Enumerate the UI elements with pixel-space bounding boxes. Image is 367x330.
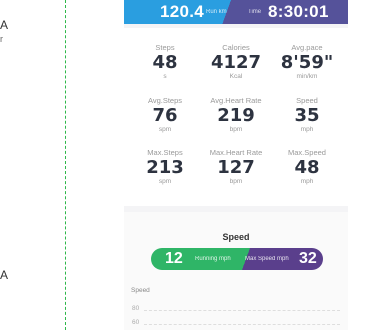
speed-gridline: [144, 324, 340, 325]
stat-value: 8'59": [280, 52, 334, 73]
stat-unit: min/km: [296, 73, 318, 80]
speed-gridline: [144, 310, 340, 311]
stat-label: Steps: [155, 43, 175, 52]
stat-unit: bpm: [229, 178, 243, 185]
left-edge-letter: A: [0, 18, 9, 32]
stat-avg-pace: Avg.pace 8'59" min/km: [272, 43, 342, 81]
stat-calories: Calories 4127 Kcal: [201, 43, 271, 81]
distance-value: 120.4: [160, 2, 205, 21]
stat-max-heart-rate: Max.Heart Rate 127 bpm: [201, 148, 271, 186]
stat-steps: Steps 48 s: [130, 43, 200, 81]
stat-max-speed: Max.Speed 48 mph: [272, 148, 342, 186]
stat-value: 219: [217, 105, 255, 126]
stat-value: 213: [146, 157, 184, 178]
stat-avg-steps: Avg.Steps 76 spm: [130, 96, 200, 134]
running-speed-value: 12: [165, 250, 183, 267]
stat-speed: Speed 35 mph: [272, 96, 342, 134]
speed-tick-label: 80: [132, 305, 140, 312]
speed-summary-pill: 12 Running mph Max Speed mph 32: [151, 248, 323, 270]
stat-unit: spm: [158, 178, 172, 185]
stat-value: 48: [152, 52, 178, 73]
stat-value: 4127: [210, 52, 262, 73]
max-speed-value: 32: [299, 250, 317, 267]
stat-avg-heart-rate: Avg.Heart Rate 219 bpm: [201, 96, 271, 134]
stat-label: Avg.Heart Rate: [210, 96, 262, 105]
stat-label: Avg.pace: [291, 43, 323, 52]
stat-max-steps: Max.Steps 213 spm: [130, 148, 200, 186]
stat-label: Avg.Steps: [147, 96, 183, 105]
stat-label: Max.Steps: [147, 148, 183, 157]
distance-unit: Run km: [206, 9, 227, 15]
stat-value: 76: [152, 105, 178, 126]
left-edge-letter: A: [0, 268, 9, 282]
stat-unit: bpm: [229, 126, 243, 133]
stat-unit: mph: [300, 126, 314, 133]
stat-label: Max.Speed: [288, 148, 326, 157]
speed-axis-label: Speed: [131, 287, 150, 294]
workout-summary-screen: 120.4 Run km Time 8:30:01 Steps 48 s Cal…: [124, 0, 348, 330]
speed-tick-label: 60: [132, 319, 140, 326]
stat-label: Calories: [222, 43, 250, 52]
left-edge-text: A r A: [0, 0, 60, 330]
stat-value: 35: [294, 105, 320, 126]
stat-unit: spm: [158, 126, 172, 133]
time-label: Time: [248, 9, 262, 15]
guide-dashed-line: [65, 0, 66, 330]
speed-section: Speed 12 Running mph Max Speed mph 32 Sp…: [124, 212, 348, 330]
stat-unit: s: [163, 73, 167, 80]
stat-unit: mph: [300, 178, 314, 185]
running-speed-label: Running mph: [195, 256, 231, 262]
speed-title: Speed: [222, 232, 250, 242]
stat-label: Speed: [296, 96, 318, 105]
time-value: 8:30:01: [268, 2, 329, 21]
run-summary-bar: 120.4 Run km Time 8:30:01: [124, 0, 348, 24]
stat-unit: Kcal: [229, 73, 243, 80]
stats-card: Steps 48 s Calories 4127 Kcal Avg.pace 8…: [124, 28, 348, 206]
stat-label: Max.Heart Rate: [209, 148, 263, 157]
max-speed-label: Max Speed mph: [245, 256, 289, 262]
stat-value: 48: [294, 157, 320, 178]
left-edge-letter: r: [0, 34, 3, 44]
stat-value: 127: [217, 157, 255, 178]
